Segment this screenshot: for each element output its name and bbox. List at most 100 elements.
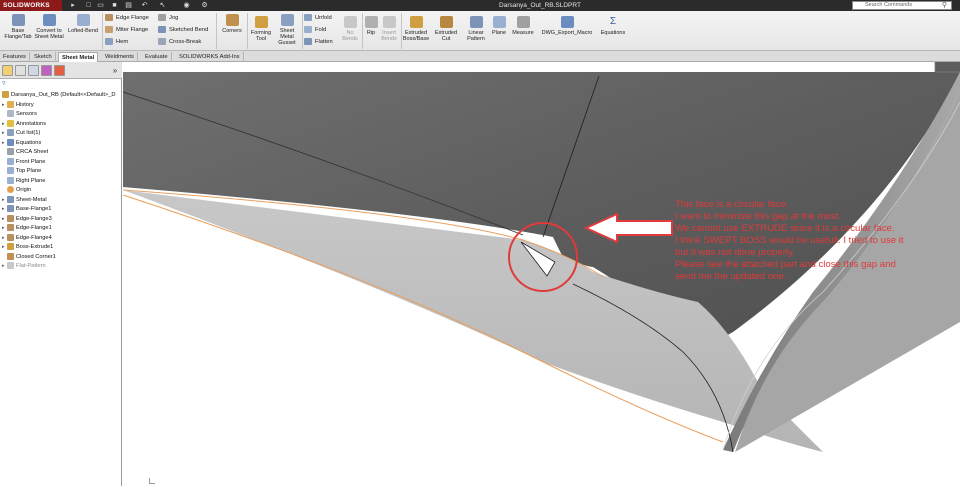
apply-scene-icon[interactable]: ◓ bbox=[611, 62, 619, 64]
edit-appearance-icon[interactable]: ◐ bbox=[593, 62, 601, 64]
search-commands-input[interactable]: Search Commands bbox=[852, 1, 952, 10]
menu-arrow-icon[interactable]: ▸ bbox=[66, 0, 80, 11]
tab-features[interactable]: Features bbox=[0, 52, 30, 62]
plane-button[interactable]: Plane bbox=[490, 16, 508, 36]
command-manager-ribbon: Base Flange/Tab Convert to Sheet Metal L… bbox=[0, 11, 960, 51]
sensors-icon bbox=[7, 110, 14, 117]
sigma-icon: Σ bbox=[609, 16, 617, 27]
tree-item-boss-extrude1[interactable]: ▸ Boss-Extrude1 bbox=[2, 243, 53, 253]
filter-icon[interactable]: ▿ bbox=[2, 80, 10, 88]
annotation-line: send me the updated one. bbox=[675, 271, 787, 282]
tab-sketch[interactable]: Sketch bbox=[31, 52, 56, 62]
tree-item-edge-flange1[interactable]: ▸ Edge-Flange1 bbox=[2, 224, 52, 234]
print-icon[interactable]: ▤ bbox=[124, 1, 133, 10]
tree-item-sensors[interactable]: Sensors bbox=[2, 110, 37, 120]
solidworks-logo[interactable]: SOLIDWORKS bbox=[0, 0, 62, 11]
save-icon[interactable]: ■ bbox=[110, 1, 119, 10]
tree-item-material[interactable]: CRCA Sheet bbox=[2, 148, 48, 158]
flatten-button[interactable]: Flatten bbox=[304, 37, 333, 47]
cross-break-icon bbox=[158, 37, 166, 45]
select-icon[interactable]: ↖ bbox=[158, 1, 167, 10]
edge-flange-button[interactable]: Edge Flange bbox=[105, 13, 149, 23]
tree-item-flat-pattern[interactable]: ▸ Flat-Pattern bbox=[2, 262, 46, 272]
rip-button[interactable]: Rip bbox=[364, 16, 378, 36]
tree-item-history[interactable]: ▸ History bbox=[2, 100, 34, 111]
hem-button[interactable]: Hem bbox=[105, 37, 128, 47]
equations-button[interactable]: Σ Equations bbox=[597, 16, 629, 36]
section-view-icon[interactable]: ◧ bbox=[525, 62, 533, 64]
tree-item-edge-flange4[interactable]: ▸ Edge-Flange4 bbox=[2, 233, 52, 244]
convert-to-sheet-metal-icon bbox=[42, 14, 56, 26]
ribbon-separator bbox=[102, 13, 103, 49]
annotation-line: We cannot use EXTRUDE since it is a circ… bbox=[675, 223, 895, 234]
base-flange-icon bbox=[7, 205, 14, 212]
tree-item-top-plane[interactable]: Top Plane bbox=[2, 167, 41, 177]
tree-root-part[interactable]: Darsanya_Out_RB (Default<<Default>_D bbox=[2, 91, 116, 101]
unfold-button[interactable]: Unfold bbox=[304, 13, 332, 23]
jog-icon bbox=[158, 13, 166, 21]
rebuild-icon[interactable]: ◉ bbox=[182, 1, 191, 10]
tree-item-closed-corner1[interactable]: Closed Corner1 bbox=[2, 252, 56, 263]
forming-tool-button[interactable]: Forming Tool bbox=[249, 16, 273, 42]
ribbon-separator bbox=[247, 13, 248, 49]
display-style-icon[interactable]: ▤ bbox=[557, 62, 565, 64]
tree-item-cut-list[interactable]: ▸ Cut list(1) bbox=[2, 129, 40, 139]
feature-manager-tab-icon[interactable] bbox=[2, 65, 13, 76]
ribbon-separator bbox=[216, 13, 217, 49]
tree-item-annotations[interactable]: ▸ Annotations bbox=[2, 119, 46, 130]
view-orientation-icon[interactable]: ▣ bbox=[539, 62, 547, 64]
lofted-bend-button[interactable]: Lofted-Bend bbox=[66, 14, 100, 34]
lofted-bend-icon bbox=[76, 14, 90, 26]
new-icon[interactable]: □ bbox=[84, 1, 93, 10]
tree-item-base-flange1[interactable]: ▸ Base-Flange1 bbox=[2, 205, 51, 215]
dwg-export-macro-button[interactable]: DWG_Export_Macro bbox=[538, 16, 596, 36]
annotation-line: Please see the attached part and close t… bbox=[675, 259, 896, 270]
extrude-icon bbox=[7, 243, 14, 250]
linear-pattern-icon bbox=[469, 16, 483, 28]
tab-weldments[interactable]: Weldments bbox=[102, 52, 138, 62]
options-icon[interactable]: ⚙ bbox=[200, 1, 209, 10]
annotation-line: This face is a circular face. bbox=[675, 199, 789, 210]
sketched-bend-button[interactable]: Sketched Bend bbox=[158, 25, 208, 35]
zoom-to-fit-icon[interactable]: ⚲ bbox=[489, 62, 497, 64]
no-bends-button[interactable]: No Bends bbox=[339, 16, 361, 42]
tree-item-right-plane[interactable]: Right Plane bbox=[2, 176, 45, 187]
tab-sheet-metal[interactable]: Sheet Metal bbox=[58, 52, 99, 62]
flatten-icon bbox=[304, 37, 312, 45]
insert-bends-button[interactable]: Insert Bends bbox=[379, 16, 399, 42]
extruded-boss-base-button[interactable]: Extruded Boss/Base bbox=[402, 16, 430, 42]
fold-button[interactable]: Fold bbox=[304, 25, 326, 35]
tab-solidworks-add-ins[interactable]: SOLIDWORKS Add-Ins bbox=[176, 52, 244, 62]
tree-item-equations[interactable]: ▸ Equations bbox=[2, 138, 41, 149]
extruded-cut-button[interactable]: Extruded Cut bbox=[432, 16, 460, 42]
display-manager-tab-icon[interactable] bbox=[54, 65, 65, 76]
graphics-area[interactable]: ⚲ ⚲ ↺ ◧ ▣ ▤ ◍ ◐ ◓ ▦ This face is a circu… bbox=[123, 62, 960, 486]
annotation-line: but it was not done properly. bbox=[675, 247, 795, 258]
hide-show-items-icon[interactable]: ◍ bbox=[575, 62, 583, 64]
open-icon[interactable]: ▭ bbox=[96, 1, 105, 10]
search-icon[interactable]: ⚲ bbox=[940, 1, 949, 10]
tree-item-edge-flange3[interactable]: ▸ Edge-Flange3 bbox=[2, 214, 52, 225]
extruded-boss-base-icon bbox=[409, 16, 423, 28]
zoom-area-icon[interactable]: ⚲ bbox=[501, 62, 509, 64]
dimxpert-tab-icon[interactable] bbox=[41, 65, 52, 76]
property-manager-tab-icon[interactable] bbox=[15, 65, 26, 76]
tab-evaluate[interactable]: Evaluate bbox=[142, 52, 172, 62]
tree-item-origin[interactable]: Origin bbox=[2, 186, 31, 196]
tree-item-sheet-metal[interactable]: ▸ Sheet-Metal bbox=[2, 195, 47, 206]
more-tabs-icon[interactable]: » bbox=[110, 65, 120, 76]
measure-button[interactable]: Measure bbox=[509, 16, 537, 36]
undo-icon[interactable]: ↶ bbox=[140, 1, 149, 10]
tree-item-front-plane[interactable]: Front Plane bbox=[2, 157, 45, 168]
miter-flange-button[interactable]: Miter Flange bbox=[105, 25, 148, 35]
base-flange-button[interactable]: Base Flange/Tab bbox=[4, 14, 32, 40]
previous-view-icon[interactable]: ↺ bbox=[513, 62, 521, 64]
view-settings-icon[interactable]: ▦ bbox=[629, 62, 637, 64]
corners-button[interactable]: Corners bbox=[219, 14, 245, 34]
convert-to-sheet-metal-button[interactable]: Convert to Sheet Metal bbox=[34, 14, 64, 40]
cross-break-button[interactable]: Cross-Break bbox=[158, 37, 201, 47]
linear-pattern-button[interactable]: Linear Pattern bbox=[462, 16, 490, 42]
jog-button[interactable]: Jog bbox=[158, 13, 178, 23]
configuration-manager-tab-icon[interactable] bbox=[28, 65, 39, 76]
sheet-metal-gusset-button[interactable]: Sheet Metal Gusset bbox=[274, 14, 300, 46]
